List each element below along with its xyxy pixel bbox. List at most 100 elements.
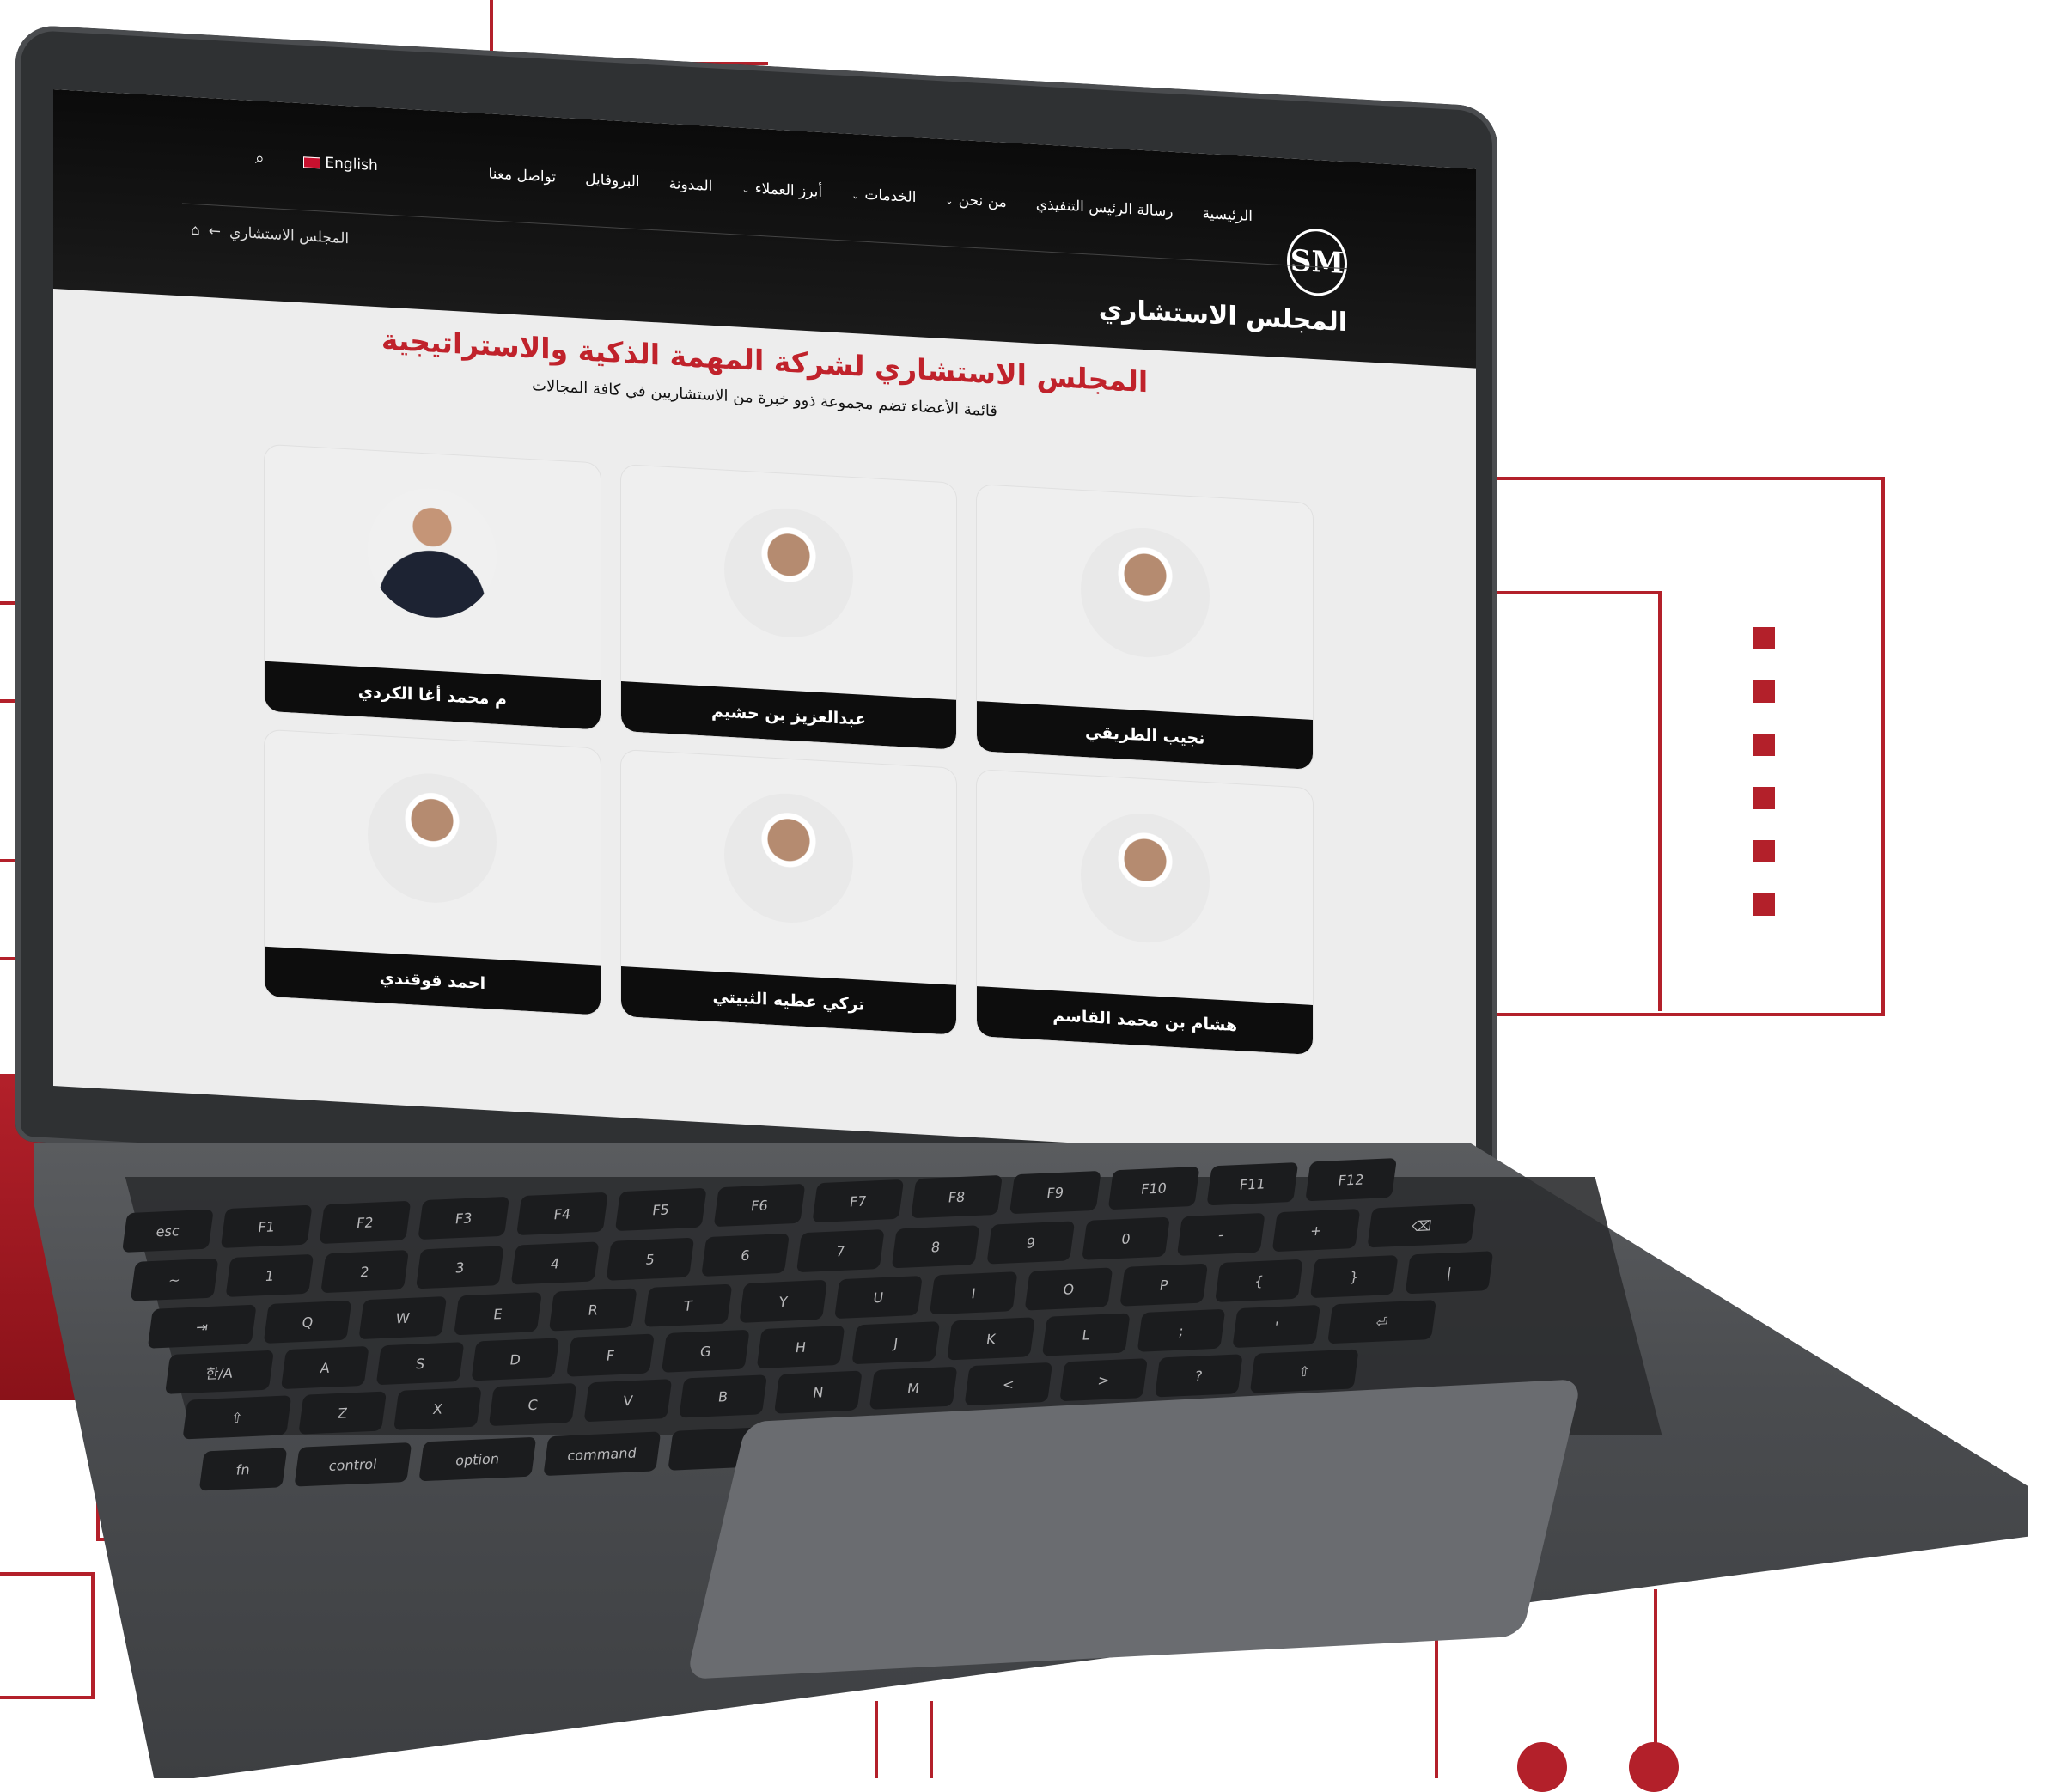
keyboard-key[interactable]: F [566, 1333, 655, 1377]
keyboard-key[interactable]: option [418, 1436, 537, 1482]
chevron-down-icon: ⌄ [741, 183, 750, 196]
language-switch[interactable]: English [298, 153, 378, 174]
nav-item-contact[interactable]: تواصل معنا [489, 165, 557, 186]
keyboard-key[interactable]: < [964, 1362, 1053, 1406]
nav-item-services[interactable]: الخدمات ⌄ [851, 186, 916, 206]
keyboard-key[interactable]: M [869, 1366, 958, 1410]
keyboard-key[interactable]: H [756, 1325, 845, 1369]
keyboard-key[interactable]: 3 [415, 1246, 504, 1289]
keyboard-key[interactable]: ; [1137, 1308, 1226, 1352]
keyboard-key[interactable]: E [454, 1292, 542, 1336]
keyboard-key[interactable]: Y [739, 1279, 828, 1323]
keyboard-key[interactable]: F8 [911, 1174, 1003, 1219]
touchpad[interactable] [686, 1379, 1582, 1679]
square-dot [1753, 840, 1775, 862]
keyboard-key[interactable]: F10 [1107, 1166, 1200, 1210]
nav-item-label: أبرز العملاء [754, 180, 823, 202]
keyboard-key[interactable]: F12 [1305, 1158, 1397, 1202]
keyboard-key[interactable]: J [851, 1321, 941, 1365]
nav-item-clients[interactable]: أبرز العملاء ⌄ [741, 180, 822, 201]
keyboard-key[interactable]: 5 [606, 1237, 695, 1281]
member-card[interactable]: عبدالعزيز بن حشيم [620, 464, 957, 750]
keyboard-key[interactable]: ⇧ [182, 1395, 292, 1440]
keyboard-key[interactable]: U [834, 1276, 923, 1320]
member-name: تركي عطيه الثبيتي [620, 966, 957, 1035]
keyboard-key[interactable]: control [294, 1442, 412, 1487]
square-dot [1753, 787, 1775, 809]
keyboard-key[interactable]: F9 [1009, 1170, 1101, 1215]
keyboard-key[interactable]: A [280, 1345, 369, 1390]
nav-item-about[interactable]: من نحن ⌄ [945, 191, 1006, 211]
page-title: المجلس الاستشاري [1098, 294, 1347, 338]
keyboard-key[interactable]: 2 [320, 1250, 409, 1294]
keyboard-key[interactable]: + [1271, 1209, 1361, 1253]
keyboard-key[interactable]: F5 [614, 1187, 707, 1232]
keyboard-key[interactable]: C [488, 1382, 577, 1427]
keyboard-key[interactable]: F2 [319, 1200, 412, 1245]
keyboard-key[interactable]: P [1119, 1263, 1209, 1307]
member-photo [368, 485, 497, 621]
search-icon[interactable]: ⌕ [255, 149, 265, 168]
nav-item-ceo-message[interactable]: رسالة الرئيس التنفيذي [1036, 196, 1174, 221]
keyboard-key[interactable]: F1 [220, 1204, 313, 1249]
keyboard-key[interactable]: 7 [796, 1229, 885, 1273]
keyboard-key[interactable]: ⇥ [147, 1304, 257, 1349]
keyboard-key[interactable]: } [1309, 1255, 1399, 1299]
keyboard-key[interactable]: D [471, 1338, 560, 1381]
keyboard-key[interactable]: L [1041, 1313, 1131, 1356]
keyboard-key[interactable]: > [1059, 1358, 1148, 1402]
keyboard-key[interactable]: esc [122, 1209, 214, 1253]
keyboard-key[interactable]: 0 [1082, 1216, 1170, 1260]
company-logo[interactable]: SM [1287, 227, 1347, 298]
member-name: هشام بن محمد القاسم [977, 986, 1313, 1055]
keyboard-key[interactable]: F6 [713, 1183, 806, 1228]
keyboard-key[interactable]: F11 [1206, 1161, 1299, 1206]
member-card[interactable]: احمد قوقندي [265, 729, 601, 1015]
keyboard-key[interactable]: 4 [510, 1241, 600, 1285]
square-dot [1753, 627, 1775, 649]
keyboard-key[interactable]: 1 [225, 1253, 314, 1297]
nav-item-home[interactable]: الرئيسية [1202, 205, 1253, 225]
keyboard-key[interactable]: ' [1232, 1304, 1321, 1349]
keyboard-key[interactable]: ⌫ [1367, 1204, 1477, 1248]
keyboard-key[interactable]: X [393, 1387, 482, 1430]
keyboard-key[interactable]: O [1024, 1267, 1113, 1311]
keyboard-key[interactable]: Z [298, 1391, 387, 1435]
keyboard-key[interactable]: F4 [516, 1192, 608, 1236]
keyboard-key[interactable]: ? [1154, 1354, 1243, 1398]
member-card[interactable]: نجيب الطريقي [977, 485, 1313, 770]
keyboard-key[interactable]: N [773, 1370, 863, 1414]
nav-item-label: الخدمات [864, 186, 917, 207]
keyboard-key[interactable]: K [947, 1317, 1035, 1361]
nav-item-profile[interactable]: البروفايل [585, 171, 640, 192]
keyboard-key[interactable]: R [548, 1288, 637, 1332]
nav-item-blog[interactable]: المدونة [669, 175, 713, 195]
keyboard-key[interactable]: 한/A [165, 1350, 274, 1394]
keyboard-key[interactable]: F3 [418, 1196, 510, 1240]
member-card[interactable]: م محمد أغا الكردي [265, 444, 601, 730]
keyboard-key[interactable]: ⏎ [1327, 1300, 1436, 1344]
keyboard-key[interactable]: - [1176, 1212, 1265, 1257]
keyboard-key[interactable]: { [1215, 1259, 1303, 1302]
keyboard-key[interactable]: S [375, 1342, 465, 1386]
member-card[interactable]: هشام بن محمد القاسم [977, 770, 1313, 1055]
keyboard-key[interactable]: ⇧ [1249, 1349, 1359, 1393]
keyboard-key[interactable]: 8 [891, 1225, 980, 1269]
keyboard-key[interactable]: I [929, 1271, 1018, 1315]
keyboard-key[interactable]: B [679, 1374, 768, 1418]
keyboard-key[interactable]: ~ [130, 1258, 219, 1301]
home-icon[interactable]: ⌂ [191, 222, 200, 240]
keyboard-key[interactable]: fn [198, 1448, 288, 1491]
keyboard-key[interactable]: G [661, 1329, 750, 1373]
keyboard-key[interactable]: W [358, 1295, 448, 1340]
circuit-line [1495, 591, 1662, 1011]
keyboard-key[interactable]: T [643, 1283, 733, 1327]
keyboard-key[interactable]: command [543, 1431, 662, 1477]
keyboard-key[interactable]: 9 [986, 1221, 1076, 1265]
keyboard-key[interactable]: V [583, 1379, 673, 1423]
keyboard-key[interactable]: F7 [812, 1179, 905, 1223]
keyboard-key[interactable]: 6 [701, 1233, 790, 1277]
keyboard-key[interactable]: | [1405, 1251, 1494, 1295]
keyboard-key[interactable]: Q [263, 1300, 352, 1344]
member-card[interactable]: تركي عطيه الثبيتي [620, 749, 957, 1035]
